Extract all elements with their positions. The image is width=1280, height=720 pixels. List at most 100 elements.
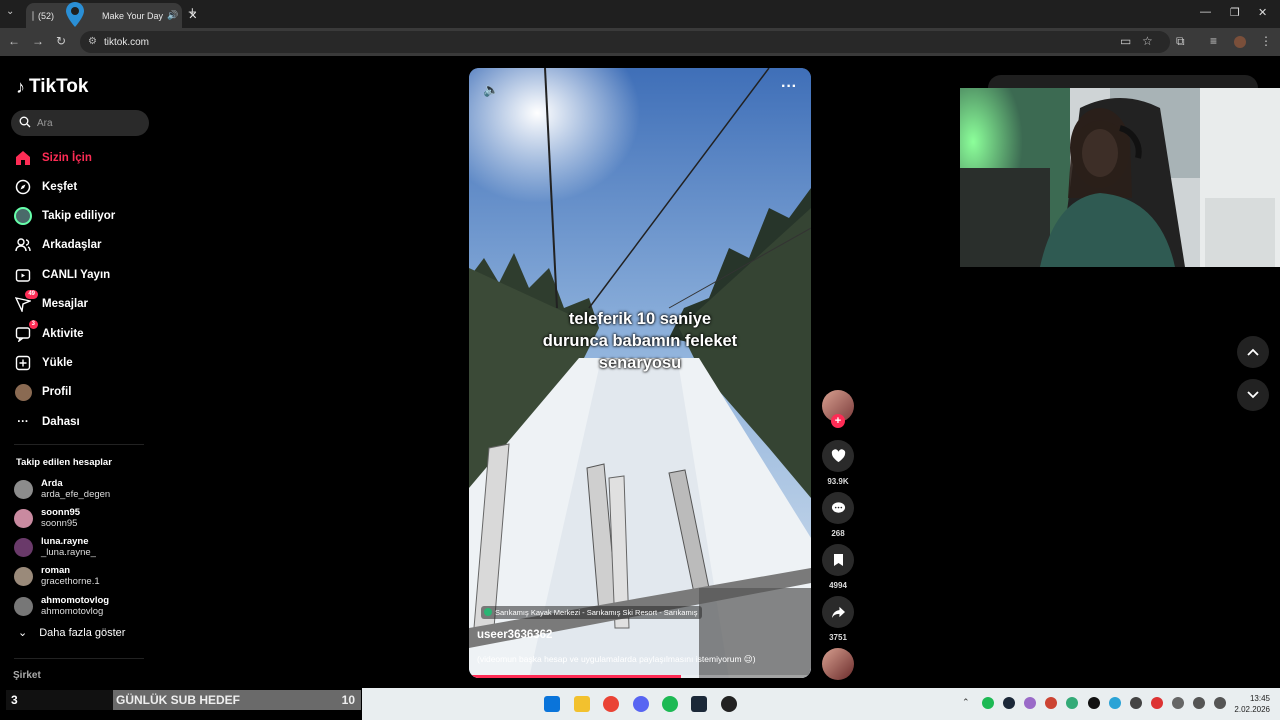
tab-list-chevron-icon[interactable]: ⌄	[6, 6, 14, 17]
video-player[interactable]: 🔈 ··· teleferik 10 saniye durunca babamı…	[469, 68, 811, 678]
nav-item-profile[interactable]: Profil	[14, 382, 71, 402]
location-tag[interactable]: Sarıkamış Kayak Merkezi - Sarıkamış Ski …	[481, 606, 702, 619]
profile-avatar[interactable]	[1234, 36, 1246, 48]
steam-icon[interactable]	[691, 696, 707, 712]
bookmark-star-icon[interactable]: ☆	[1142, 34, 1153, 48]
divider	[14, 444, 144, 445]
location-pin-icon	[66, 2, 84, 27]
tray-volume-icon[interactable]	[1214, 697, 1226, 709]
account-name: luna.rayne	[41, 536, 89, 547]
volume-icon[interactable]: 🔈	[483, 82, 499, 98]
tray-network-icon[interactable]	[1109, 697, 1121, 709]
following-account[interactable]: ahmomotovlog ahmomotovlog	[14, 595, 109, 617]
cast-icon[interactable]: ▭	[1120, 34, 1131, 48]
tray-chevron-up-icon[interactable]: ⌃	[962, 697, 974, 709]
nav-item-messages[interactable]: 49 Mesajlar	[14, 290, 88, 314]
video-progress-bar[interactable]	[469, 675, 811, 678]
tray-record-icon[interactable]	[1151, 697, 1163, 709]
follow-plus-icon[interactable]: +	[831, 414, 845, 428]
previous-video-button[interactable]	[1237, 336, 1269, 368]
nav-item-following[interactable]: Takip ediliyor	[14, 206, 115, 226]
nav-item-explore[interactable]: Keşfet	[14, 177, 77, 197]
next-video-button[interactable]	[1237, 379, 1269, 411]
tray-steam-icon[interactable]	[1003, 697, 1015, 709]
clock-time: 13:45	[1249, 694, 1270, 703]
caption-line: senaryosu	[598, 354, 682, 372]
comment-icon	[831, 502, 845, 513]
share-button[interactable]	[822, 596, 854, 628]
activity-icon: 3	[14, 320, 38, 343]
spotify-icon[interactable]	[662, 696, 678, 712]
search-input[interactable]: Ara	[11, 110, 149, 136]
reload-icon[interactable]: ↻	[56, 34, 78, 48]
system-clock[interactable]: 13:45 2.02.2026	[1234, 693, 1270, 715]
save-button[interactable]	[822, 544, 854, 576]
restore-icon[interactable]: ❐	[1230, 6, 1240, 19]
media-control-icon[interactable]: ≡	[1210, 34, 1217, 48]
upload-icon	[14, 354, 32, 372]
more-options-icon[interactable]: ···	[781, 78, 797, 96]
search-icon	[19, 116, 31, 128]
address-bar[interactable]: ⚙ tiktok.com	[80, 31, 1170, 53]
nav-item-more[interactable]: ··· Dahası	[14, 412, 80, 432]
chevron-up-icon	[1247, 348, 1259, 356]
compass-icon	[14, 178, 32, 196]
friends-icon	[14, 236, 32, 254]
following-account[interactable]: soonn95 soonn95	[14, 507, 80, 529]
back-icon[interactable]: ←	[8, 34, 32, 48]
avatar	[14, 479, 33, 499]
extensions-icon[interactable]: ⧉	[1176, 34, 1185, 49]
sound-disc-avatar[interactable]	[822, 648, 854, 680]
tray-spotify-icon[interactable]	[982, 697, 994, 709]
browser-tab-bar: ⌄ (52) Make Your Day 🔊 ✕ + — ❐ ✕	[0, 0, 1280, 28]
nav-item-activity[interactable]: 3 Aktivite	[14, 320, 84, 344]
tray-app-icon[interactable]	[1130, 697, 1142, 709]
chrome-icon[interactable]	[603, 696, 619, 712]
discord-icon[interactable]	[633, 696, 649, 712]
company-link[interactable]: Şirket	[13, 670, 41, 681]
nav-item-upload[interactable]: Yükle	[14, 353, 73, 373]
tab-title: Make Your Day	[102, 10, 164, 21]
tab-count-label: (52)	[38, 10, 55, 21]
comment-button[interactable]	[822, 492, 854, 524]
forward-icon[interactable]: →	[32, 34, 56, 48]
following-avatar-icon	[14, 207, 32, 225]
tray-app-icon[interactable]	[1088, 697, 1100, 709]
tray-shield-icon[interactable]	[1045, 697, 1057, 709]
sub-goal-current: 3	[11, 693, 18, 707]
minimize-icon[interactable]: —	[1200, 6, 1211, 18]
nav-item-for-you[interactable]: Sizin İçin	[14, 148, 92, 168]
browser-tab[interactable]: (52) Make Your Day 🔊 ✕	[26, 2, 198, 28]
home-icon	[14, 149, 32, 167]
nav-item-friends[interactable]: Arkadaşlar	[14, 235, 101, 255]
like-count: 93.9K	[827, 477, 849, 486]
obs-icon[interactable]	[721, 696, 737, 712]
sub-goal-label: GÜNLÜK SUB HEDEF	[116, 693, 241, 707]
logo-text: TikTok	[29, 76, 89, 97]
tray-app-icon[interactable]	[1066, 697, 1078, 709]
nav-label: Arkadaşlar	[42, 239, 102, 251]
video-caption: teleferik 10 saniye durunca babamın fele…	[469, 308, 811, 374]
new-tab-button[interactable]: +	[188, 4, 197, 21]
close-window-icon[interactable]: ✕	[1258, 6, 1267, 19]
tiktok-logo[interactable]: ♪ TikTok	[16, 76, 88, 98]
nav-item-live[interactable]: CANLI Yayın	[14, 265, 110, 285]
tray-pen-icon[interactable]	[1024, 697, 1036, 709]
video-username[interactable]: useer3636362	[477, 629, 552, 641]
activity-badge: 3	[28, 320, 38, 329]
file-explorer-icon[interactable]	[574, 696, 590, 712]
tray-microphone-icon[interactable]	[1172, 697, 1184, 709]
windows-start-icon[interactable]	[544, 696, 560, 712]
like-button[interactable]	[822, 440, 854, 472]
following-account[interactable]: luna.rayne _luna.rayne_	[14, 536, 96, 558]
following-account[interactable]: roman gracethorne.1	[14, 565, 100, 587]
tray-wifi-icon[interactable]	[1193, 697, 1205, 709]
following-account[interactable]: Arda arda_efe_degen	[14, 478, 110, 500]
tab-audio-icon[interactable]: 🔊	[167, 10, 178, 21]
nav-label: Dahası	[42, 416, 80, 428]
menu-dots-icon[interactable]: ⋮	[1260, 34, 1272, 48]
chevron-down-icon: ⌄	[18, 627, 28, 639]
site-settings-icon[interactable]: ⚙	[88, 36, 97, 47]
show-more-button[interactable]: ⌄ Daha fazla göster	[18, 626, 125, 640]
webcam-overlay	[960, 88, 1280, 267]
